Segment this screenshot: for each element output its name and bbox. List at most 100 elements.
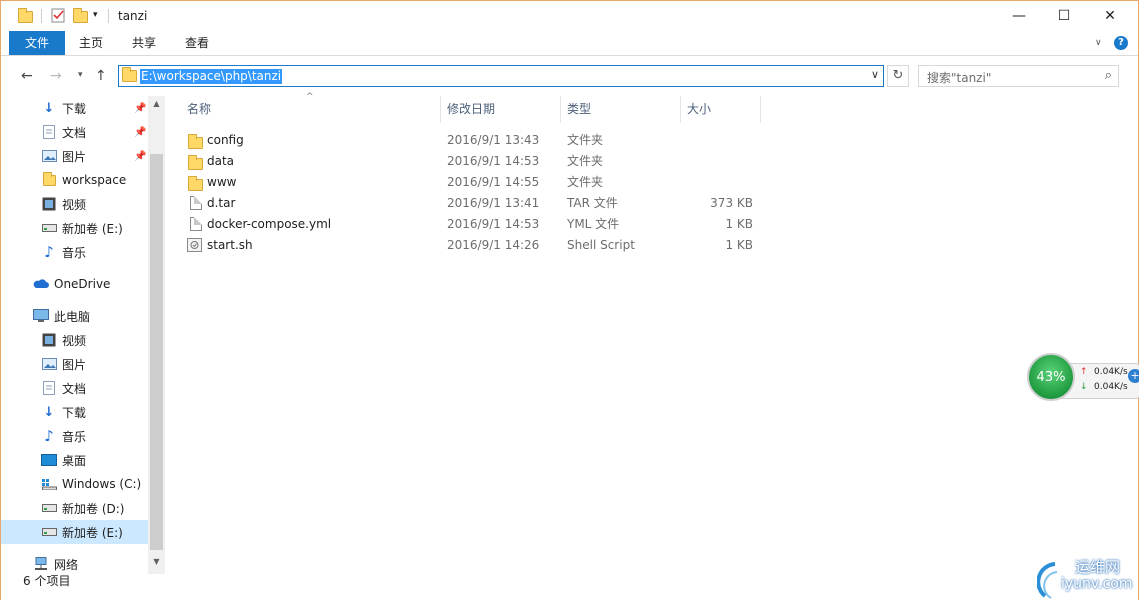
address-row: ← → ▾ ↑ E:\workspace\php\tanzi ∨ ↻ 搜索"ta…	[1, 57, 1138, 95]
windows-drive-icon	[41, 476, 57, 492]
pin-icon[interactable]: 📌	[134, 103, 146, 114]
sidebar-item-pictures[interactable]: 图片 📌	[1, 144, 148, 168]
download-speed: 0.04K/s	[1094, 382, 1128, 392]
sidebar-item-pc-videos[interactable]: 视频	[1, 328, 148, 352]
column-header-type[interactable]: 类型	[561, 96, 681, 123]
up-arrow-icon[interactable]: ↑	[95, 68, 107, 84]
file-name: d.tar	[207, 196, 236, 210]
download-arrow-icon: ↓	[1080, 382, 1088, 392]
drive-icon	[41, 524, 57, 540]
sidebar-item-drive-c[interactable]: Windows (C:)	[1, 472, 148, 496]
file-row-d-tar[interactable]: d.tar 2016/9/1 13:41 TAR 文件 373 KB	[181, 193, 761, 214]
sidebar-item-pc-pictures[interactable]: 图片	[1, 352, 148, 376]
file-row-start-sh[interactable]: start.sh 2016/9/1 14:26 Shell Script 1 K…	[181, 235, 761, 256]
file-type: 文件夹	[567, 154, 604, 168]
customize-qa-chevron-icon[interactable]: ▾	[93, 10, 98, 20]
computer-icon	[33, 308, 49, 324]
sidebar-item-pc-music[interactable]: ♪ 音乐	[1, 424, 148, 448]
sidebar-item-drive-d[interactable]: 新加卷 (D:)	[1, 496, 148, 520]
tab-share[interactable]: 共享	[132, 31, 156, 55]
sidebar-item-drive-e[interactable]: 新加卷 (E:)	[1, 216, 148, 240]
recent-locations-chevron-icon[interactable]: ▾	[78, 70, 83, 80]
close-button[interactable]: ✕	[1087, 1, 1133, 31]
scroll-up-arrow-icon[interactable]: ▲	[148, 96, 165, 112]
sidebar-item-drive-e-selected[interactable]: 新加卷 (E:)	[1, 520, 148, 544]
file-type: 文件夹	[567, 175, 604, 189]
sidebar-item-onedrive[interactable]: OneDrive	[1, 272, 148, 296]
maximize-button[interactable]: ☐	[1041, 1, 1087, 31]
sidebar-item-label: OneDrive	[54, 277, 111, 291]
scrollbar-thumb[interactable]	[150, 154, 163, 550]
tab-view[interactable]: 查看	[185, 31, 209, 55]
file-modified: 2016/9/1 14:26	[447, 238, 540, 252]
column-header-size[interactable]: 大小	[681, 96, 761, 123]
sidebar-item-label: workspace	[62, 173, 127, 187]
file-type: Shell Script	[567, 238, 635, 252]
sidebar-item-this-pc[interactable]: 此电脑	[1, 304, 148, 328]
forward-arrow-icon[interactable]: →	[50, 68, 62, 84]
sidebar-item-documents[interactable]: 文档 📌	[1, 120, 148, 144]
scroll-down-arrow-icon[interactable]: ▼	[148, 554, 165, 570]
title-divider	[108, 9, 109, 23]
search-icon[interactable]: ⌕	[1105, 68, 1112, 83]
sidebar-item-desktop[interactable]: 桌面	[1, 448, 148, 472]
sidebar-item-label: 视频	[62, 197, 87, 212]
pin-icon[interactable]: 📌	[134, 151, 146, 162]
sidebar-item-videos[interactable]: 视频	[1, 192, 148, 216]
plus-icon[interactable]: +	[1128, 369, 1139, 383]
watermark-sub: iyunv.com	[1061, 576, 1133, 592]
picture-icon	[41, 148, 57, 164]
back-arrow-icon[interactable]: ←	[21, 68, 33, 84]
sidebar-item-label: 此电脑	[54, 309, 91, 324]
sidebar-item-label: 桌面	[62, 453, 87, 468]
file-modified: 2016/9/1 14:53	[447, 154, 540, 168]
new-folder-icon[interactable]	[73, 7, 88, 23]
sidebar-item-label: 视频	[62, 333, 87, 348]
expand-ribbon-chevron-icon[interactable]: ∨	[1095, 31, 1102, 55]
document-icon	[41, 124, 57, 140]
sidebar-item-label: 新加卷 (D:)	[62, 501, 125, 516]
sidebar-item-network[interactable]: 网络	[1, 552, 148, 576]
address-dropdown-chevron-icon[interactable]: ∨	[871, 68, 879, 81]
drive-icon	[41, 220, 57, 236]
memory-usage-gauge[interactable]: 43%	[1027, 353, 1075, 401]
sidebar-item-pc-downloads[interactable]: ↓ 下载	[1, 400, 148, 424]
refresh-button[interactable]: ↻	[887, 65, 909, 87]
file-row-config[interactable]: config 2016/9/1 13:43 文件夹	[181, 130, 761, 151]
folder-icon	[18, 7, 33, 23]
download-icon: ↓	[43, 404, 55, 420]
file-row-www[interactable]: www 2016/9/1 14:55 文件夹	[181, 172, 761, 193]
pin-icon[interactable]: 📌	[134, 127, 146, 138]
column-header-name[interactable]: 名称	[181, 96, 441, 123]
file-row-docker-compose[interactable]: docker-compose.yml 2016/9/1 14:53 YML 文件…	[181, 214, 761, 235]
picture-icon	[41, 356, 57, 372]
sidebar-item-pc-documents[interactable]: 文档	[1, 376, 148, 400]
tab-file[interactable]: 文件	[9, 31, 65, 55]
file-size	[677, 130, 753, 151]
column-header-modified[interactable]: 修改日期	[441, 96, 561, 123]
sidebar-item-label: 文档	[62, 381, 87, 396]
file-icon	[190, 196, 202, 210]
address-bar[interactable]: E:\workspace\php\tanzi ∨	[118, 65, 884, 87]
ribbon-tabs: 文件 主页 共享 查看 ∨ ?	[1, 31, 1138, 56]
sidebar-item-downloads[interactable]: ↓ 下载 📌	[1, 96, 148, 120]
sidebar-item-music[interactable]: ♪ 音乐	[1, 240, 148, 264]
network-speed-widget[interactable]: ↑ 0.04K/s ↓ 0.04K/s + 43%	[1027, 353, 1139, 401]
minimize-button[interactable]: —	[996, 1, 1042, 31]
address-path[interactable]: E:\workspace\php\tanzi	[140, 69, 283, 84]
file-row-data[interactable]: data 2016/9/1 14:53 文件夹	[181, 151, 761, 172]
properties-icon[interactable]	[51, 8, 65, 23]
upload-speed: 0.04K/s	[1094, 367, 1128, 377]
folder-icon	[188, 134, 203, 149]
search-input[interactable]: 搜索"tanzi" ⌕	[918, 65, 1119, 87]
help-icon[interactable]: ?	[1114, 36, 1128, 50]
sidebar-item-label: 音乐	[62, 429, 87, 444]
window-title: tanzi	[118, 9, 148, 23]
tab-home[interactable]: 主页	[79, 31, 103, 55]
sidebar-scrollbar[interactable]: ▲ ▼	[148, 96, 165, 574]
file-modified: 2016/9/1 14:55	[447, 175, 540, 189]
network-icon	[33, 556, 49, 572]
sidebar-item-workspace[interactable]: workspace	[1, 168, 148, 192]
file-list: ^ 名称 修改日期 类型 大小 config 2016/9/1 13:43 文件…	[165, 92, 1139, 574]
file-name: data	[207, 154, 235, 168]
